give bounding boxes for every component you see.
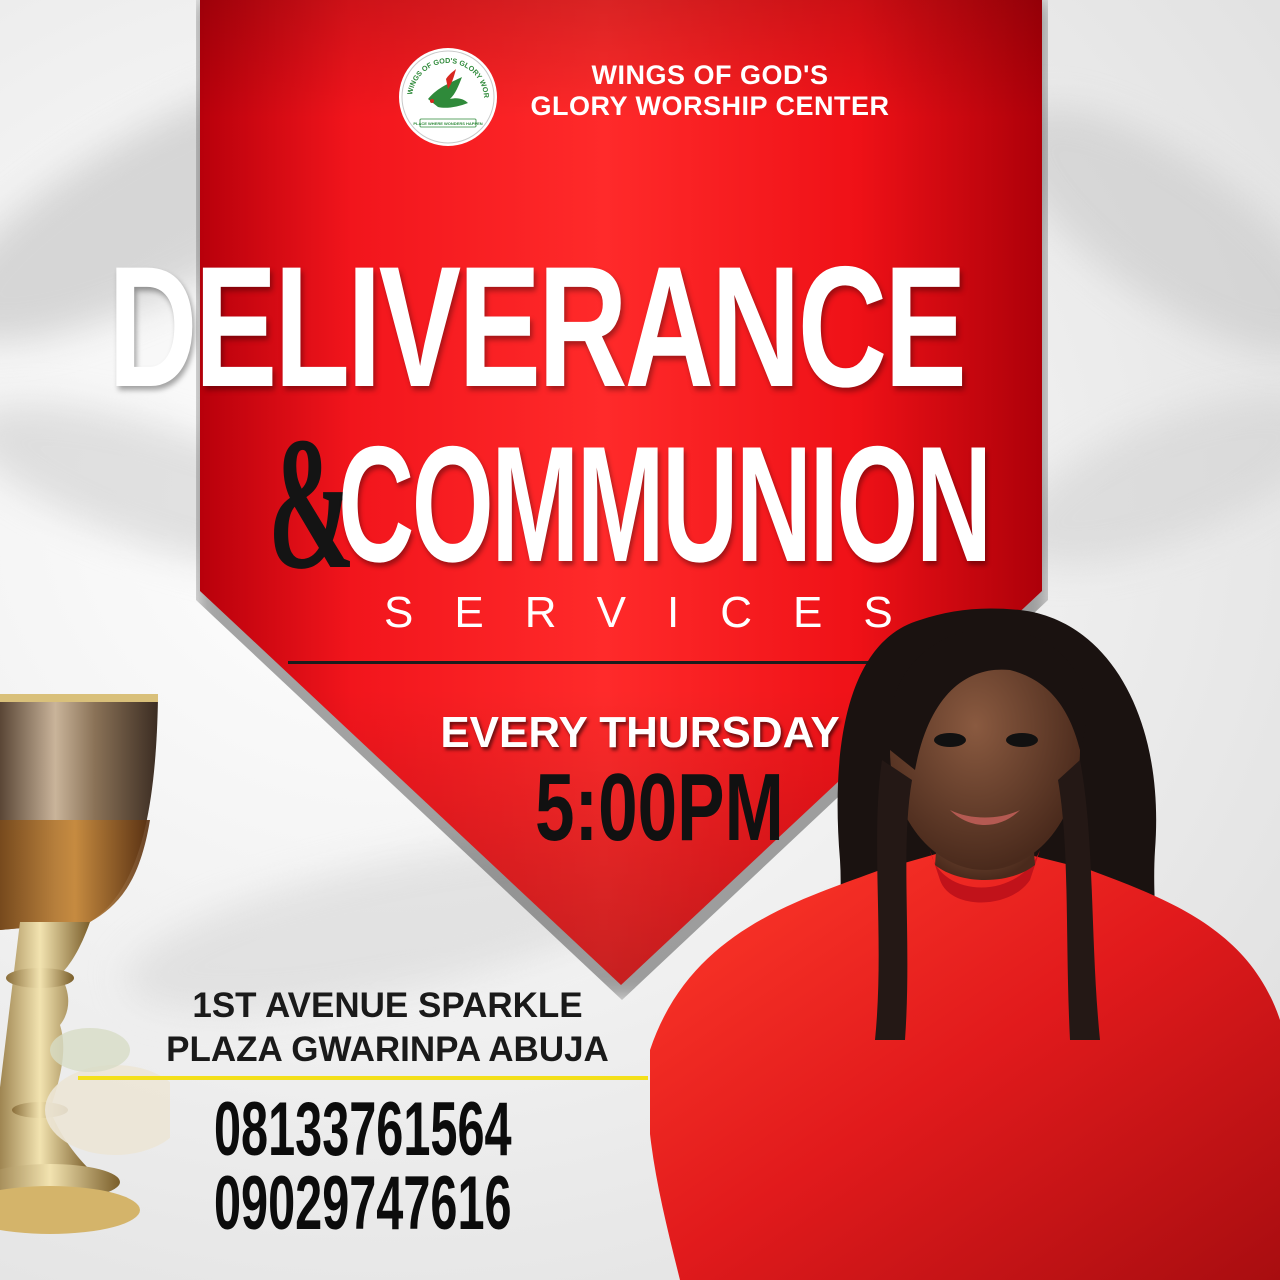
address: 1ST AVENUE SPARKLE PLAZA GWARINPA ABUJA bbox=[120, 984, 655, 1072]
flyer: WINGS OF GOD'S GLORY WORSHIP CENTER PLAC… bbox=[0, 0, 1280, 1280]
church-name: WINGS OF GOD'S GLORY WORSHIP CENTER bbox=[510, 60, 910, 122]
address-divider bbox=[78, 1076, 648, 1080]
address-line2: PLAZA GWARINPA ABUJA bbox=[166, 1030, 609, 1069]
address-line1: 1ST AVENUE SPARKLE bbox=[192, 986, 583, 1025]
phone-number[interactable]: 08133761564 bbox=[214, 1090, 512, 1170]
church-logo: WINGS OF GOD'S GLORY WORSHIP CENTER PLAC… bbox=[398, 47, 497, 146]
logo-tagline: PLACE WHERE WONDERS HAPPEN bbox=[413, 121, 482, 126]
title-deliverance: DELIVERANCE bbox=[108, 231, 967, 423]
phone-number[interactable]: 09029747616 bbox=[214, 1164, 512, 1244]
title-communion: COMMUNION bbox=[338, 412, 992, 596]
speaker-photo bbox=[650, 608, 1280, 1280]
church-name-line2: GLORY WORSHIP CENTER bbox=[530, 91, 890, 121]
church-name-line1: WINGS OF GOD'S bbox=[591, 60, 829, 90]
